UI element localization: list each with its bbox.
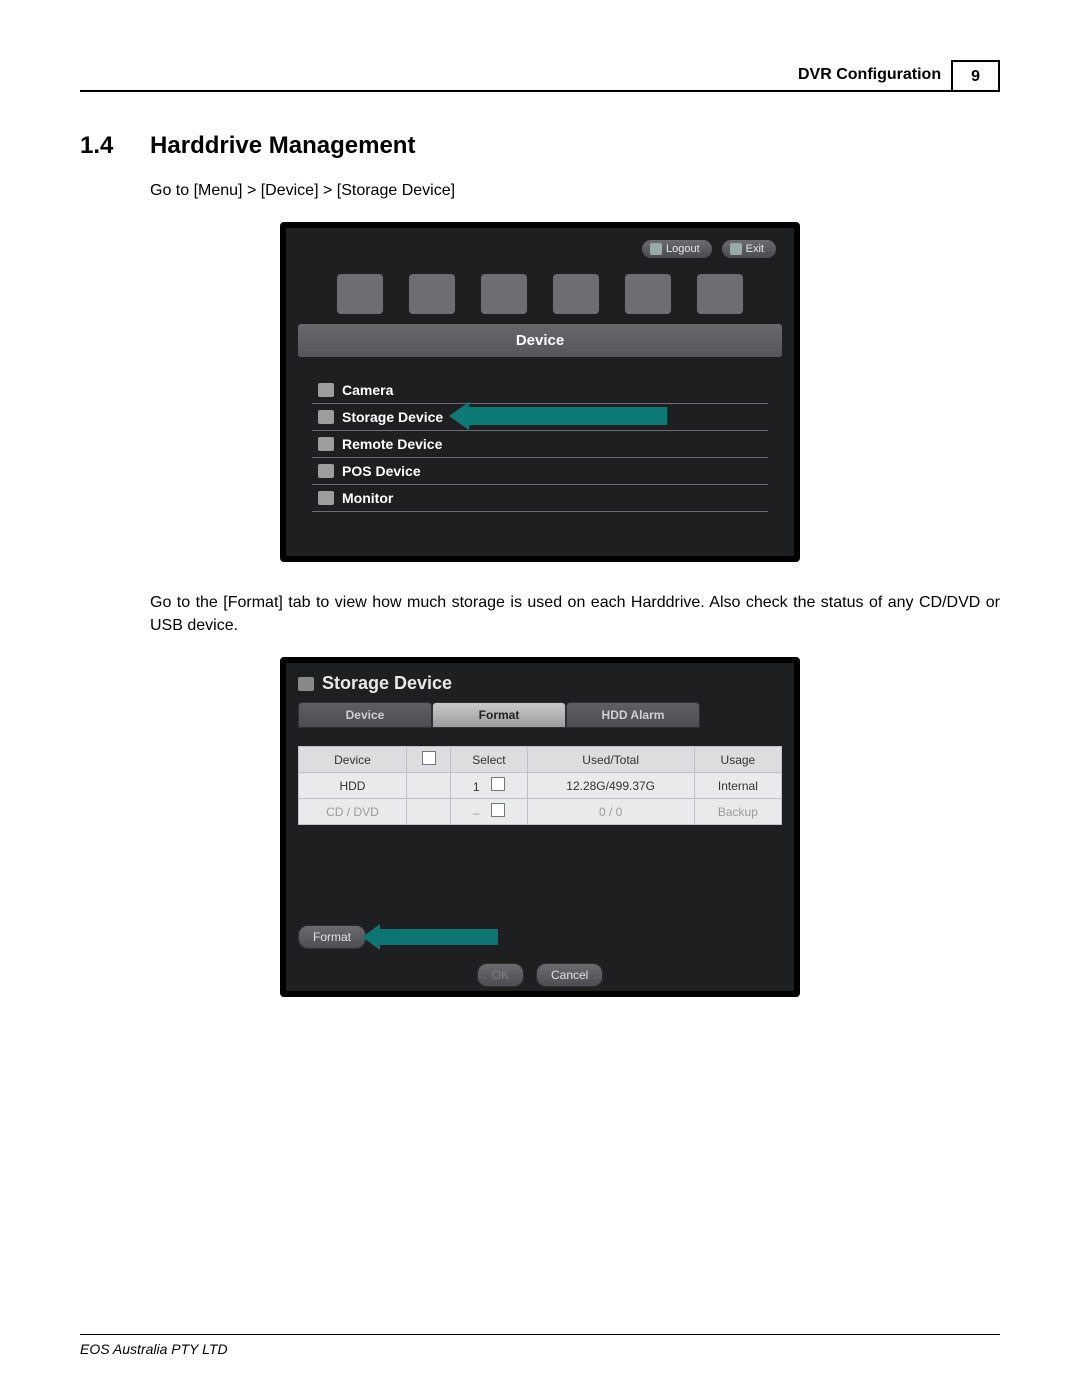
nav-icon-schedule[interactable]: [481, 274, 527, 314]
cell-usage: Internal: [694, 773, 781, 799]
menu-label: Camera: [342, 382, 393, 398]
exit-button[interactable]: Exit: [722, 240, 776, 258]
menu-label: Remote Device: [342, 436, 442, 452]
page-footer: EOS Australia PTY LTD: [80, 1334, 1000, 1357]
paragraph-2: Go to the [Format] tab to view how much …: [150, 592, 1000, 637]
remote-icon: [318, 437, 334, 451]
table-row[interactable]: HDD 1 12.28G/499.37G Internal: [299, 773, 782, 799]
cell-used-total: 12.28G/499.37G: [527, 773, 694, 799]
page-number: 9: [951, 60, 1000, 92]
dialog-button-row: OK Cancel: [298, 963, 782, 987]
logout-label: Logout: [666, 243, 700, 255]
format-row: Format: [298, 925, 782, 949]
nav-icon-camera[interactable]: [409, 274, 455, 314]
power-icon: [730, 243, 742, 255]
nav-icon-user[interactable]: [553, 274, 599, 314]
table-header-row: Device Select Used/Total Usage: [299, 747, 782, 773]
nav-icon-row: [292, 268, 788, 324]
menu-item-camera[interactable]: Camera: [312, 377, 768, 404]
col-usage: Usage: [694, 747, 781, 773]
cell-select: 1: [451, 773, 527, 799]
cell-device: CD / DVD: [299, 799, 407, 825]
storage-icon: [298, 677, 314, 691]
section-number: 1.4: [80, 132, 113, 159]
tab-device[interactable]: Device: [298, 702, 432, 728]
select-box-icon[interactable]: [491, 777, 505, 791]
nav-icon-display[interactable]: [337, 274, 383, 314]
storage-icon: [318, 410, 334, 424]
cell-used-total: 0 / 0: [527, 799, 694, 825]
col-checkbox: [406, 747, 450, 773]
menu-item-pos-device[interactable]: POS Device: [312, 458, 768, 485]
document-page: DVR Configuration 9 1.4 Harddrive Manage…: [0, 0, 1080, 1397]
dialog-title: Storage Device: [298, 673, 782, 694]
topbar: Logout Exit: [292, 234, 788, 268]
cell-select: –: [451, 799, 527, 825]
menu-label: POS Device: [342, 463, 421, 479]
menu-label: Monitor: [342, 490, 393, 506]
section-title: Harddrive Management: [150, 132, 415, 159]
tab-row: Device Format HDD Alarm: [298, 702, 782, 728]
menu-item-remote-device[interactable]: Remote Device: [312, 431, 768, 458]
menu-item-storage-device[interactable]: Storage Device: [312, 404, 768, 431]
menu-item-monitor[interactable]: Monitor: [312, 485, 768, 512]
device-panel-header: Device: [298, 324, 782, 357]
col-select: Select: [451, 747, 527, 773]
device-menu-list: Camera Storage Device Remote Device POS …: [292, 377, 788, 512]
pos-icon: [318, 464, 334, 478]
select-box-icon[interactable]: [491, 803, 505, 817]
pointer-arrow-icon: [378, 929, 498, 945]
col-device: Device: [299, 747, 407, 773]
cell-check: [406, 773, 450, 799]
cancel-button[interactable]: Cancel: [536, 963, 603, 987]
pointer-arrow-icon: [467, 407, 667, 425]
page-header: DVR Configuration 9: [80, 60, 1000, 92]
checkbox-icon[interactable]: [422, 751, 436, 765]
ok-button[interactable]: OK: [477, 963, 524, 987]
table-row[interactable]: CD / DVD – 0 / 0 Backup: [299, 799, 782, 825]
col-used-total: Used/Total: [527, 747, 694, 773]
paragraph-1: Go to [Menu] > [Device] > [Storage Devic…: [150, 180, 1000, 202]
tab-format[interactable]: Format: [432, 702, 566, 728]
screenshot-storage-device: Storage Device Device Format HDD Alarm D…: [280, 657, 800, 997]
screenshot-device-menu: Logout Exit Device Camera Storage Device…: [280, 222, 800, 562]
cell-usage: Backup: [694, 799, 781, 825]
tab-hdd-alarm[interactable]: HDD Alarm: [566, 702, 700, 728]
nav-icon-record[interactable]: [625, 274, 671, 314]
format-button[interactable]: Format: [298, 925, 366, 949]
cell-device: HDD: [299, 773, 407, 799]
storage-table: Device Select Used/Total Usage HDD 1 12.…: [298, 746, 782, 825]
logout-button[interactable]: Logout: [642, 240, 712, 258]
exit-label: Exit: [746, 243, 764, 255]
user-icon: [650, 243, 662, 255]
monitor-icon: [318, 491, 334, 505]
nav-icon-network[interactable]: [697, 274, 743, 314]
section-heading: 1.4 Harddrive Management: [80, 132, 1000, 160]
menu-label: Storage Device: [342, 409, 443, 425]
cell-check: [406, 799, 450, 825]
dialog-title-text: Storage Device: [322, 673, 452, 694]
header-title: DVR Configuration: [788, 60, 951, 90]
camera-icon: [318, 383, 334, 397]
